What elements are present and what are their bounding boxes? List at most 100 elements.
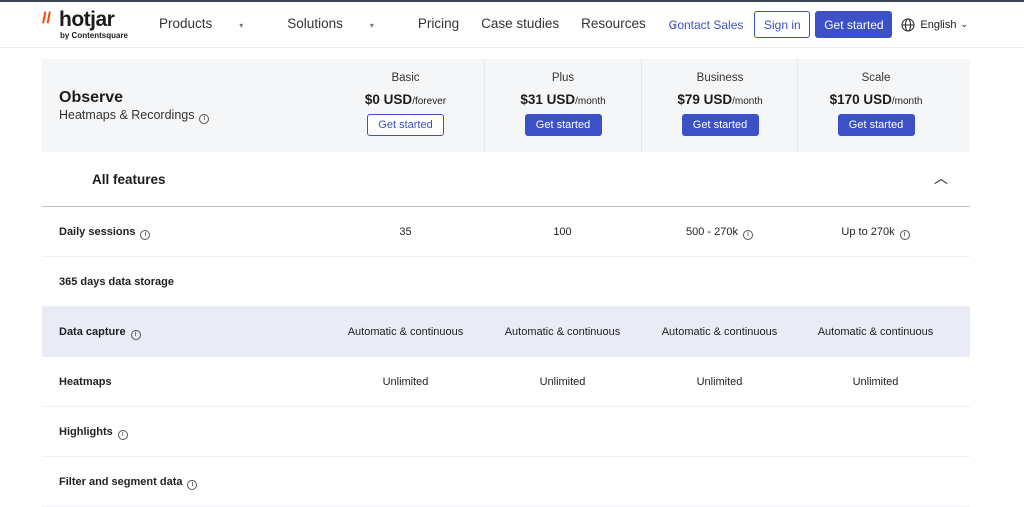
nav-label: Products: [159, 16, 213, 31]
plan-name: Basic: [391, 72, 420, 84]
feature-name: Heatmaps: [59, 376, 112, 388]
feature-name: Filter and segment data: [59, 476, 183, 488]
plan-price: $170 USD/month: [798, 92, 954, 107]
scale-get-started-button[interactable]: Get started: [837, 114, 915, 136]
value-text: Automatic & continuous: [817, 326, 934, 338]
table-row: Data capture i Automatic & continuous Autom…: [42, 307, 970, 357]
feature-value: 500 - 270k i: [641, 226, 798, 240]
chevron-down-icon: ⌄: [960, 19, 968, 29]
plan-scale: Scale $170 USD/month Get started: [797, 59, 954, 152]
nav-case-studies[interactable]: Case studies: [481, 16, 559, 31]
value-text: Unlimited: [539, 376, 586, 388]
table-row: Filter and segment data i: [42, 457, 970, 507]
value-text: Unlimited: [696, 376, 743, 388]
table-row: Daily sessions i 35 100 500 - 270k i Up to 270…: [42, 207, 970, 257]
feature-value: Unlimited: [484, 376, 641, 388]
info-icon[interactable]: i: [130, 330, 141, 340]
table-row: Heatmaps Unlimited Unlimited Unlimited Unlim…: [42, 357, 970, 407]
language-label: English: [920, 18, 957, 31]
logo-mark-icon: //: [42, 10, 51, 27]
plan-price: $0 USD/forever: [327, 92, 484, 107]
feature-value: Automatic & continuous: [327, 326, 484, 338]
feature-value: 35: [327, 226, 484, 238]
chevron-down-icon: ▾: [369, 21, 374, 30]
get-started-button[interactable]: Get started: [815, 11, 893, 38]
business-get-started-button[interactable]: Get started: [681, 114, 759, 136]
sign-in-button[interactable]: Sign in: [754, 11, 811, 38]
price-amount: $170 USD: [829, 92, 892, 107]
feature-label: Data capture i: [59, 326, 141, 340]
info-icon[interactable]: i: [742, 230, 753, 240]
info-icon[interactable]: i: [117, 430, 128, 440]
language-selector[interactable]: English ⌄: [901, 17, 968, 32]
feature-name: Daily sessions: [59, 226, 136, 238]
price-amount: $31 USD: [520, 92, 576, 107]
value-text: Automatic & continuous: [347, 326, 464, 338]
value-text: Unlimited: [852, 376, 899, 388]
all-features-toggle[interactable]: All features ︿: [42, 152, 970, 207]
section-title: Observe: [59, 89, 124, 106]
chevron-up-icon[interactable]: ︿: [934, 168, 948, 188]
plan-name: Business: [696, 72, 744, 84]
table-row: Highlights i: [42, 407, 970, 457]
feature-name: Data capture: [59, 326, 126, 338]
plan-price: $79 USD/month: [642, 92, 798, 107]
pricing-table: Observe Heatmaps & Recordings i Basic $0 U…: [42, 59, 970, 507]
feature-value: Unlimited: [327, 376, 484, 388]
feature-value: Automatic & continuous: [797, 326, 954, 338]
feature-value: Automatic & continuous: [641, 326, 798, 338]
feature-label: 365 days data storage: [59, 276, 174, 288]
logo-text: hotjar: [59, 8, 115, 31]
top-nav: // hotjar by Contentsquare Products ▾ Sol…: [0, 2, 1024, 48]
value-text: Automatic & continuous: [504, 326, 621, 338]
section-subtitle: Heatmaps & Recordings i: [59, 108, 210, 124]
plan-business: Business $79 USD/month Get started: [641, 59, 798, 152]
price-period: /month: [575, 96, 606, 107]
info-icon[interactable]: i: [140, 230, 151, 240]
value-text: Unlimited: [382, 376, 429, 388]
chevron-down-icon: ▾: [239, 21, 244, 30]
feature-name: 365 days data storage: [59, 276, 174, 288]
price-period: /month: [732, 96, 763, 107]
price-period: /forever: [412, 96, 447, 107]
feature-value: 100: [484, 226, 641, 238]
nav-products[interactable]: Products ▾: [159, 16, 265, 31]
price-period: /month: [891, 96, 923, 107]
feature-label: Daily sessions i: [59, 226, 151, 240]
value-text: Automatic & continuous: [661, 326, 778, 338]
feature-value: Automatic & continuous: [484, 326, 641, 338]
value-text: 100: [553, 226, 572, 238]
globe-icon: [901, 17, 915, 32]
value-text: 35: [399, 226, 412, 238]
info-icon[interactable]: i: [899, 230, 910, 240]
table-row: 365 days data storage: [42, 257, 970, 307]
feature-value: Unlimited: [641, 376, 798, 388]
basic-get-started-button[interactable]: Get started: [367, 114, 444, 136]
price-amount: $79 USD: [677, 92, 733, 107]
feature-label: Filter and segment data i: [59, 476, 198, 490]
value-text: 500 - 270k: [686, 226, 738, 238]
all-features-label: All features: [92, 172, 166, 187]
nav-pricing[interactable]: Pricing: [418, 16, 459, 31]
nav-label: Solutions: [287, 16, 343, 31]
contact-sales-link[interactable]: Contact Sales: [669, 18, 744, 32]
feature-value: Unlimited: [797, 376, 954, 388]
feature-name: Highlights: [59, 426, 113, 438]
feature-value: Up to 270k i: [797, 226, 954, 240]
plan-plus: Plus $31 USD/month Get started: [484, 59, 641, 152]
plan-name: Scale: [861, 72, 891, 84]
feature-label: Highlights i: [59, 426, 128, 440]
nav-solutions[interactable]: Solutions ▾: [287, 16, 396, 31]
nav-label: Resources: [581, 16, 646, 31]
logo-subtitle: by Contentsquare: [60, 31, 129, 40]
price-amount: $0 USD: [364, 92, 413, 107]
feature-label: Heatmaps: [59, 376, 112, 388]
plan-price: $31 USD/month: [485, 92, 641, 107]
info-icon[interactable]: i: [199, 114, 210, 124]
plus-get-started-button[interactable]: Get started: [524, 114, 602, 136]
subtitle-text: Heatmaps & Recordings: [59, 108, 195, 122]
plan-header: Observe Heatmaps & Recordings i Basic $0 U…: [42, 59, 970, 152]
value-text: Up to 270k: [841, 226, 895, 238]
plan-basic: Basic $0 USD/forever Get started: [327, 59, 484, 152]
plan-name: Plus: [551, 72, 575, 84]
